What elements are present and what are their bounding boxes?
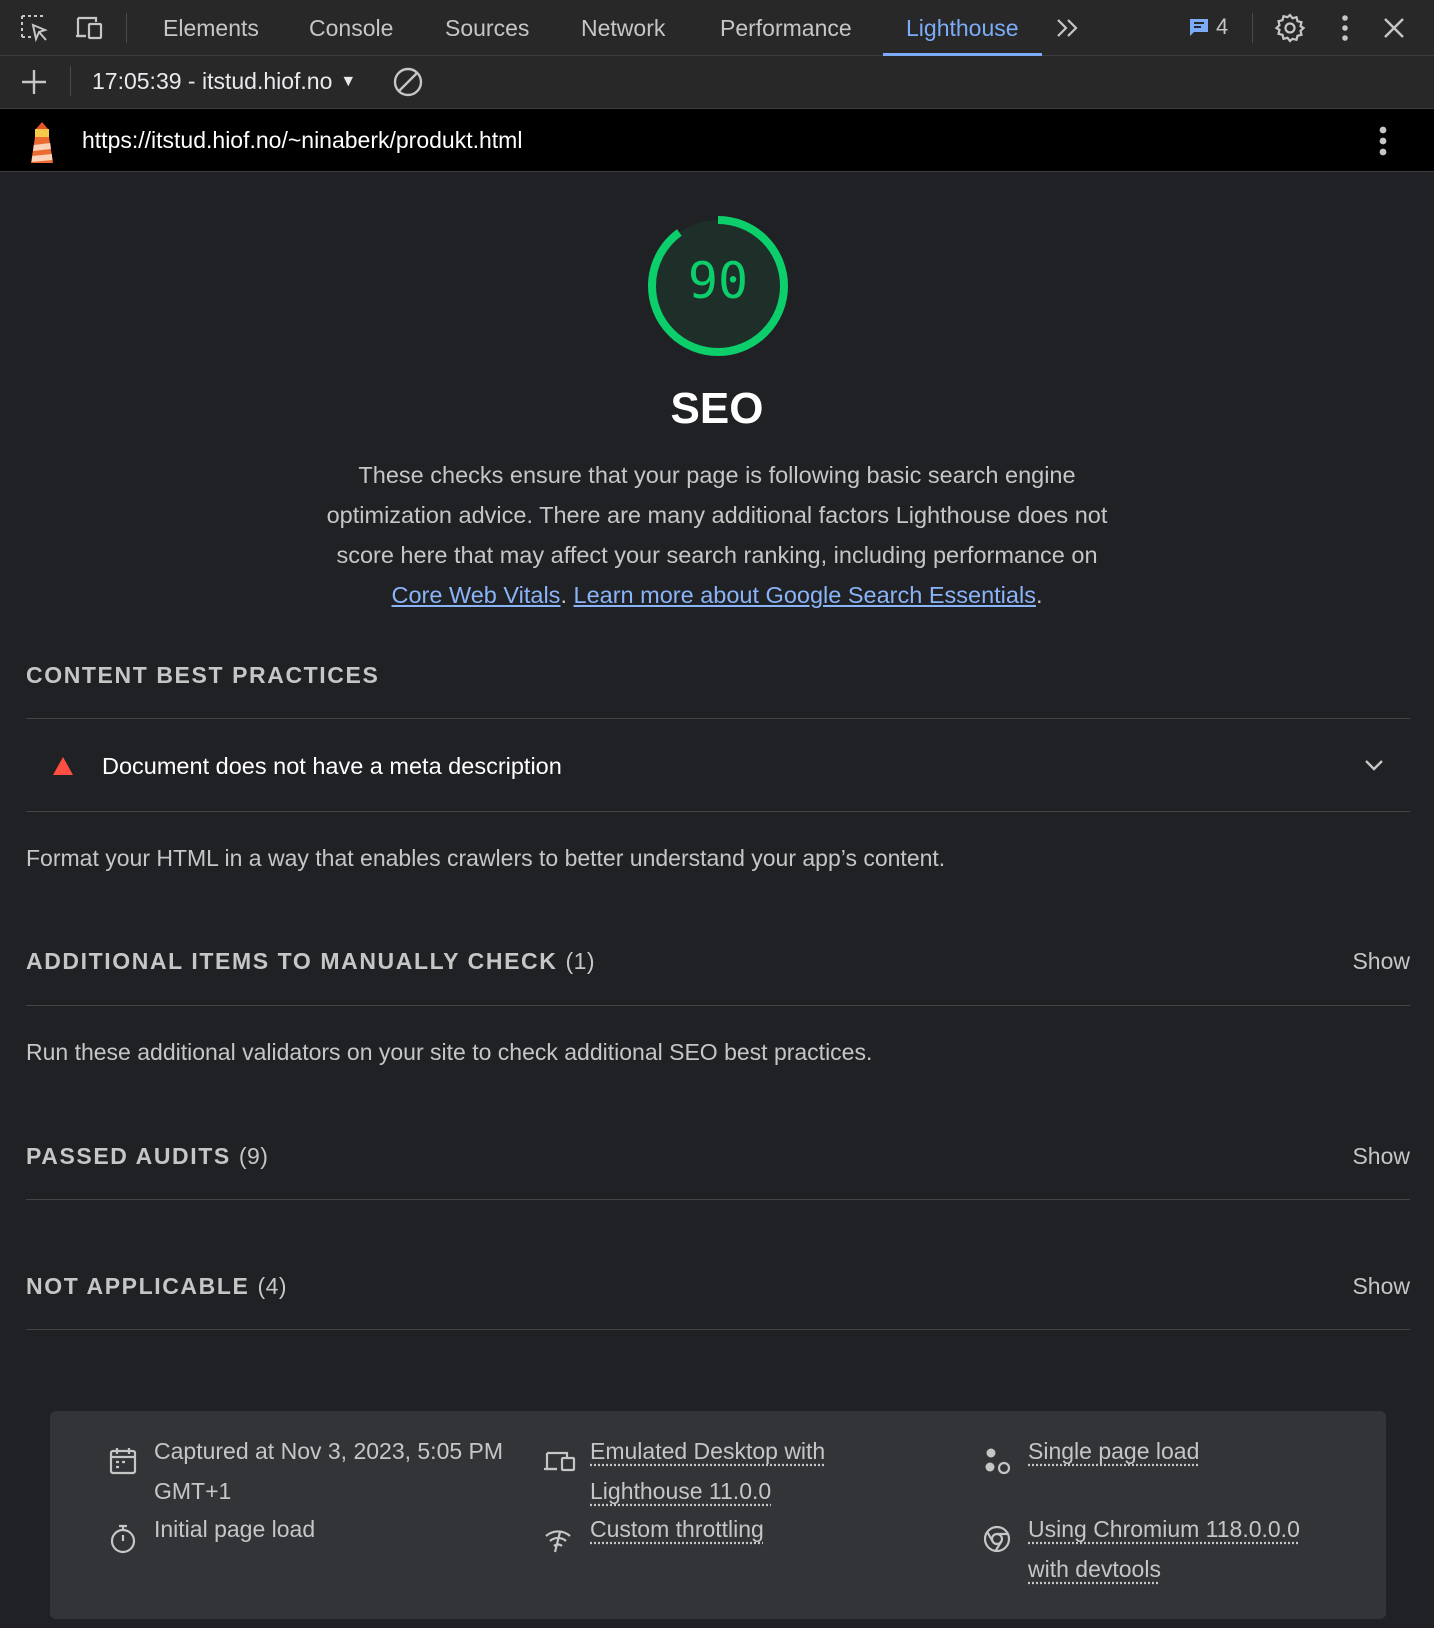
initial-page-load: Initial page load [154, 1516, 316, 1542]
settings-gear-icon[interactable] [1272, 10, 1308, 46]
tab-lighthouse[interactable]: Lighthouse [883, 0, 1042, 56]
single-page-load-link[interactable]: Single page load [1028, 1431, 1199, 1471]
device-toolbar-icon[interactable] [72, 10, 108, 46]
calendar-icon [109, 1448, 137, 1475]
chevron-down-icon[interactable] [1364, 758, 1384, 772]
group-title-passed-label: PASSED AUDITS [26, 1143, 231, 1169]
custom-throttling-link[interactable]: Custom throttling [590, 1509, 764, 1549]
issues-count: 4 [1216, 14, 1229, 39]
more-tabs-chevron-icon[interactable] [1050, 10, 1086, 46]
tab-sources[interactable]: Sources [445, 0, 529, 56]
category-description-sep: . [560, 582, 574, 608]
divider [26, 1199, 1410, 1200]
group-title-not-applicable[interactable]: NOT APPLICABLE (4) [26, 1273, 287, 1300]
chromium-version-link[interactable]: Using Chromium 118.0.0.0 with devtools [1028, 1509, 1328, 1589]
emulated-desktop-link[interactable]: Emulated Desktop with Lighthouse 11.0.0 [590, 1431, 900, 1511]
issues-badge[interactable]: 4 [1188, 14, 1228, 40]
runtime-settings-footer: Captured at Nov 3, 2023, 5:05 PM GMT+1 I… [50, 1411, 1386, 1619]
close-icon[interactable] [1376, 10, 1412, 46]
group-title-manual-check[interactable]: ADDITIONAL ITEMS TO MANUALLY CHECK (1) [26, 948, 595, 975]
tab-elements[interactable]: Elements [163, 0, 259, 56]
more-options-icon[interactable] [1327, 10, 1363, 46]
chromium-icon [983, 1525, 1011, 1553]
group-count: (9) [238, 1143, 269, 1169]
core-web-vitals-link[interactable]: Core Web Vitals [392, 582, 561, 608]
category-description: These checks ensure that your page is fo… [315, 455, 1119, 615]
audit-meta-description[interactable]: Document does not have a meta descriptio… [26, 720, 1410, 812]
group-count: (4) [257, 1273, 288, 1299]
single-page-load-icon [985, 1448, 1011, 1475]
toolbar-separator [70, 66, 71, 96]
group-title-na-label: NOT APPLICABLE [26, 1273, 250, 1299]
tab-console[interactable]: Console [309, 0, 393, 56]
new-report-plus-icon[interactable] [16, 64, 52, 100]
group-description-content: Format your HTML in a way that enables c… [26, 845, 946, 871]
show-manual-button[interactable]: Show [1352, 948, 1410, 975]
report-selector-label: 17:05:39 - itstud.hiof.no [92, 68, 333, 94]
group-title-manual-label: ADDITIONAL ITEMS TO MANUALLY CHECK [26, 948, 558, 974]
fail-triangle-icon [53, 757, 73, 775]
group-title-content-best-practices: CONTENT BEST PRACTICES [26, 662, 380, 688]
tab-network[interactable]: Network [581, 0, 665, 56]
category-description-text: These checks ensure that your page is fo… [326, 462, 1108, 568]
show-passed-button[interactable]: Show [1352, 1143, 1410, 1170]
group-count: (1) [565, 948, 596, 974]
stopwatch-icon [110, 1524, 136, 1554]
toolbar-separator [126, 13, 127, 43]
tab-performance[interactable]: Performance [720, 0, 852, 56]
seo-score-value: 90 [687, 252, 749, 310]
show-not-applicable-button[interactable]: Show [1352, 1273, 1410, 1300]
search-essentials-link[interactable]: Learn more about Google Search Essential… [574, 582, 1036, 608]
report-selector[interactable]: 17:05:39 - itstud.hiof.no ▼ [92, 68, 356, 95]
divider [26, 1005, 1410, 1006]
inspect-element-icon[interactable] [16, 10, 52, 46]
audit-title: Document does not have a meta descriptio… [102, 753, 562, 779]
devtools-tabbar: Elements Console Sources Network Perform… [0, 0, 1434, 56]
dropdown-caret-icon: ▼ [340, 73, 357, 90]
divider [26, 811, 1410, 812]
divider [26, 718, 1410, 719]
message-icon [1190, 19, 1208, 36]
clear-reports-icon[interactable] [390, 64, 426, 100]
report-menu-icon[interactable] [1378, 125, 1388, 162]
captured-at: Captured at Nov 3, 2023, 5:05 PM GMT+1 [154, 1438, 504, 1504]
group-title-passed-audits[interactable]: PASSED AUDITS (9) [26, 1143, 268, 1170]
report-url-bar: https://itstud.hiof.no/~ninaberk/produkt… [0, 109, 1434, 172]
group-description-manual: Run these additional validators on your … [26, 1039, 873, 1065]
report-url[interactable]: https://itstud.hiof.no/~ninaberk/produkt… [82, 127, 522, 154]
lighthouse-toolbar: 17:05:39 - itstud.hiof.no ▼ [0, 56, 1434, 109]
desktop-device-icon [544, 1451, 576, 1472]
throttling-signal-icon [545, 1530, 571, 1553]
category-description-end: . [1035, 582, 1043, 608]
category-title: SEO [670, 384, 764, 433]
toolbar-separator [1252, 13, 1253, 43]
divider [26, 1329, 1410, 1330]
lighthouse-logo-icon [26, 117, 58, 165]
